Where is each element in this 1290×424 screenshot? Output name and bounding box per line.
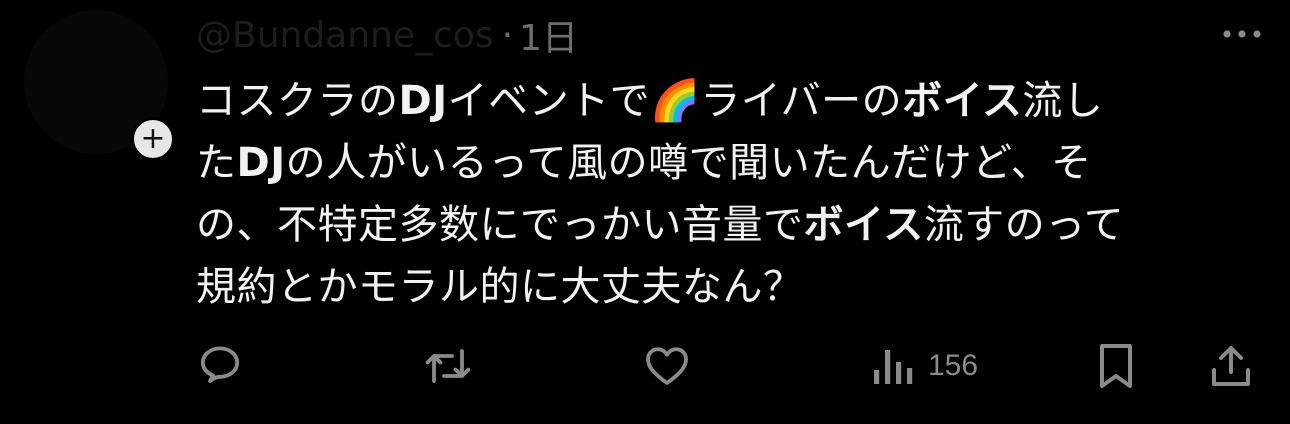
views-button[interactable]: 156: [870, 338, 978, 394]
text-segment: た: [196, 140, 237, 186]
more-icon[interactable]: [1218, 14, 1266, 54]
text-segment: ライバーの: [700, 78, 903, 124]
reply-button[interactable]: [196, 338, 244, 394]
tweet-header: @Bundanne_cos · 1日: [196, 9, 578, 61]
text-segment: イベントで: [447, 78, 651, 124]
text-segment-bold: ボイス: [902, 78, 1023, 124]
reply-icon: [200, 346, 240, 383]
text-segment: コスクラの: [196, 78, 399, 124]
follow-button[interactable]: +: [131, 117, 175, 161]
text-segment: 流し: [1022, 78, 1104, 124]
views-count: 156: [928, 349, 979, 382]
action-bar: 156: [0, 338, 1290, 394]
bookmark-button[interactable]: [1094, 338, 1138, 394]
bookmark-icon: [1100, 344, 1132, 388]
repost-icon: [425, 349, 471, 383]
rainbow-emoji: 🌈: [650, 78, 701, 124]
text-segment: 流すのって: [923, 202, 1125, 248]
timestamp[interactable]: 1日: [519, 9, 578, 61]
repost-button[interactable]: [422, 338, 474, 394]
text-segment: 規約とかモラル的に大丈夫なん？: [196, 264, 804, 310]
tweet-text: コスクラのDJイベントで🌈ライバーのボイス流し たDJの人がいるって風の噂で聞いた…: [196, 70, 1256, 318]
share-icon: [1212, 346, 1250, 386]
separator: ·: [501, 14, 514, 56]
text-segment-bold: DJ: [398, 78, 448, 124]
share-button[interactable]: [1208, 338, 1254, 394]
heart-icon: [646, 347, 688, 385]
text-segment-bold: ボイス: [803, 202, 924, 248]
like-button[interactable]: [642, 338, 692, 394]
text-segment-bold: DJ: [236, 140, 286, 186]
text-segment: の、不特定多数にでっかい音量で: [196, 202, 804, 248]
views-icon: [874, 350, 913, 384]
username[interactable]: @Bundanne_cos: [196, 15, 494, 56]
text-segment: の人がいるって風の噂で聞いたんだけど、そ: [285, 140, 1092, 186]
